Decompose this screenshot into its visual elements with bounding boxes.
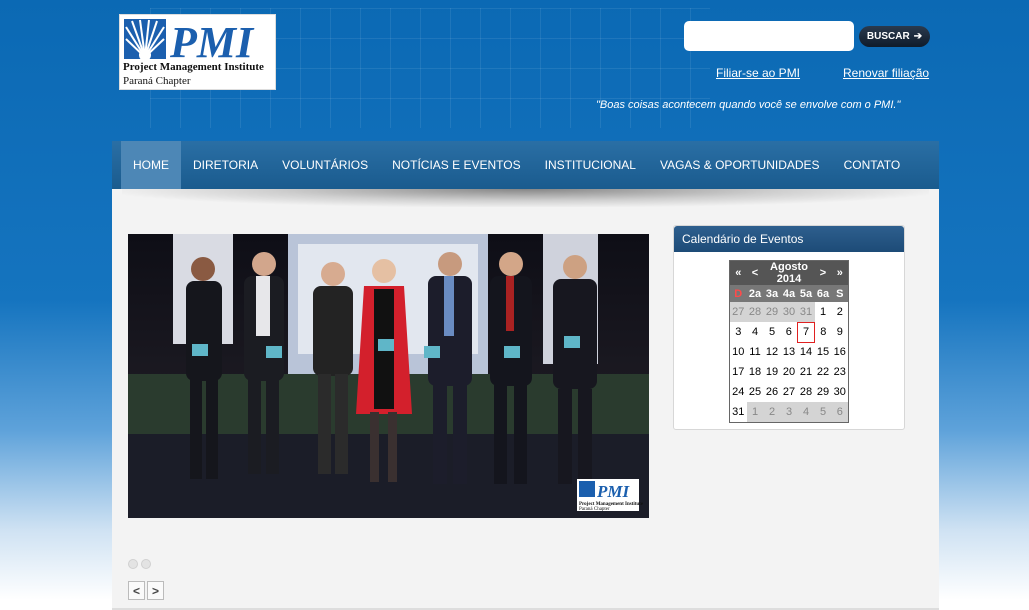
- calendar-day[interactable]: 31: [797, 302, 815, 322]
- pmi-logo-mark: PMI: [122, 17, 275, 61]
- calendar-day[interactable]: 29: [815, 382, 832, 402]
- calendar-day[interactable]: 3: [780, 402, 798, 422]
- calendar-day[interactable]: 28: [798, 382, 815, 402]
- calendar-day[interactable]: 25: [747, 382, 764, 402]
- calendar-day[interactable]: 2: [763, 402, 781, 422]
- calendar-day[interactable]: 5: [814, 402, 832, 422]
- calendar-month-label: Agosto 2014: [763, 260, 815, 285]
- calendar-day[interactable]: 21: [798, 362, 815, 382]
- calendar-day[interactable]: 5: [764, 322, 781, 342]
- calendar-next-year[interactable]: »: [831, 260, 849, 285]
- calendar-title: Calendário de Eventos: [674, 226, 904, 252]
- group-photo-illustration: PMI Project Management Institute Paraná …: [128, 234, 649, 518]
- next-slide-button[interactable]: >: [147, 581, 164, 600]
- calendar-day[interactable]: 15: [815, 342, 832, 362]
- calendar-day[interactable]: 18: [747, 362, 764, 382]
- arrow-right-icon: ➔: [913, 31, 923, 42]
- calendar-day[interactable]: 14: [798, 342, 815, 362]
- weekday-label: 2a: [746, 285, 764, 302]
- calendar-day[interactable]: 9: [832, 322, 849, 342]
- calendar-week-row: 3 4 5 6 7 8 9: [730, 321, 849, 343]
- calendar-day[interactable]: 13: [781, 342, 798, 362]
- calendar-day[interactable]: 16: [832, 342, 849, 362]
- calendar-day[interactable]: 30: [780, 302, 798, 322]
- content-area: PMI Project Management Institute Paraná …: [112, 189, 939, 610]
- calendar-day[interactable]: 11: [747, 342, 764, 362]
- calendar-day[interactable]: 1: [815, 302, 832, 322]
- slide-dot[interactable]: [128, 559, 138, 569]
- search-button[interactable]: BUSCAR ➔: [859, 26, 930, 47]
- calendar-day[interactable]: 8: [815, 322, 832, 342]
- calendar-day[interactable]: 29: [763, 302, 781, 322]
- weekday-label: 5a: [797, 285, 815, 302]
- calendar-day[interactable]: 26: [764, 382, 781, 402]
- calendar-day[interactable]: 22: [815, 362, 832, 382]
- search-button-label: BUSCAR: [866, 31, 910, 42]
- nav-home[interactable]: HOME: [121, 141, 181, 189]
- search-input[interactable]: [684, 21, 854, 51]
- calendar-day[interactable]: 30: [832, 382, 849, 402]
- nav-diretoria[interactable]: DIRETORIA: [181, 141, 270, 189]
- calendar-weekday-row: D 2a 3a 4a 5a 6a S: [729, 285, 849, 302]
- nav-voluntarios[interactable]: VOLUNTÁRIOS: [270, 141, 380, 189]
- events-calendar: Calendário de Eventos « < Agosto 2014 > …: [673, 225, 905, 430]
- calendar-day[interactable]: 3: [730, 322, 747, 342]
- calendar-day[interactable]: 19: [764, 362, 781, 382]
- calendar-day[interactable]: 2: [832, 302, 849, 322]
- weekday-label: 6a: [814, 285, 832, 302]
- calendar-prev-month[interactable]: <: [746, 260, 764, 285]
- calendar-day[interactable]: 1: [746, 402, 764, 422]
- slideshow-dots: [128, 559, 151, 569]
- nav-shadow: [122, 189, 929, 207]
- nav-contato[interactable]: CONTATO: [832, 141, 913, 189]
- calendar-day[interactable]: 4: [797, 402, 815, 422]
- calendar-day[interactable]: 4: [747, 322, 764, 342]
- pmi-logo-letters: PMI: [169, 18, 255, 61]
- nav-institucional[interactable]: INSTITUCIONAL: [533, 141, 648, 189]
- calendar-day[interactable]: 24: [730, 382, 747, 402]
- calendar-day[interactable]: 6: [831, 402, 849, 422]
- calendar-nav-row: « < Agosto 2014 > »: [729, 260, 849, 285]
- slide-dot[interactable]: [141, 559, 151, 569]
- join-pmi-link[interactable]: Filiar-se ao PMI: [716, 66, 800, 80]
- calendar-day[interactable]: 6: [781, 322, 798, 342]
- prev-slide-button[interactable]: <: [128, 581, 145, 600]
- weekday-label: 4a: [780, 285, 798, 302]
- calendar-table: « < Agosto 2014 > » D 2a 3a 4a 5a 6a S 2…: [729, 260, 849, 423]
- calendar-day[interactable]: 23: [832, 362, 849, 382]
- nav-vagas-oportunidades[interactable]: VAGAS & OPORTUNIDADES: [648, 141, 832, 189]
- calendar-day-today[interactable]: 7: [797, 321, 815, 343]
- logo-line2: Paraná Chapter: [123, 75, 191, 87]
- calendar-day[interactable]: 27: [729, 302, 747, 322]
- calendar-day[interactable]: 31: [730, 402, 747, 422]
- calendar-week-row: 31 1 2 3 4 5 6: [730, 402, 849, 422]
- calendar-week-row: 27 28 29 30 31 1 2: [729, 302, 849, 322]
- calendar-day[interactable]: 28: [746, 302, 764, 322]
- calendar-next-month[interactable]: >: [814, 260, 832, 285]
- weekday-label: S: [831, 285, 849, 302]
- calendar-week-row: 17 18 19 20 21 22 23: [730, 362, 849, 382]
- pmi-logo[interactable]: PMI Project Management Institute Paraná …: [119, 14, 276, 90]
- renew-membership-link[interactable]: Renovar filiação: [843, 66, 929, 80]
- main-nav: HOME DIRETORIA VOLUNTÁRIOS NOTÍCIAS E EV…: [112, 141, 939, 189]
- calendar-day[interactable]: 20: [781, 362, 798, 382]
- calendar-day[interactable]: 12: [764, 342, 781, 362]
- tagline: "Boas coisas acontecem quando você se en…: [596, 99, 901, 111]
- calendar-day[interactable]: 17: [730, 362, 747, 382]
- calendar-prev-year[interactable]: «: [729, 260, 747, 285]
- weekday-label: D: [729, 285, 747, 302]
- slideshow-arrows: < >: [128, 581, 164, 600]
- calendar-week-row: 24 25 26 27 28 29 30: [730, 382, 849, 402]
- logo-line1: Project Management Institute: [123, 61, 264, 73]
- nav-noticias-eventos[interactable]: NOTÍCIAS E EVENTOS: [380, 141, 532, 189]
- calendar-day[interactable]: 10: [730, 342, 747, 362]
- photo-logo-caption2: Paraná Chapter: [579, 507, 610, 512]
- photo-logo-letters: PMI: [596, 482, 631, 501]
- slideshow-photo[interactable]: PMI Project Management Institute Paraná …: [128, 234, 649, 518]
- calendar-day[interactable]: 27: [781, 382, 798, 402]
- calendar-week-row: 10 11 12 13 14 15 16: [730, 342, 849, 362]
- weekday-label: 3a: [763, 285, 781, 302]
